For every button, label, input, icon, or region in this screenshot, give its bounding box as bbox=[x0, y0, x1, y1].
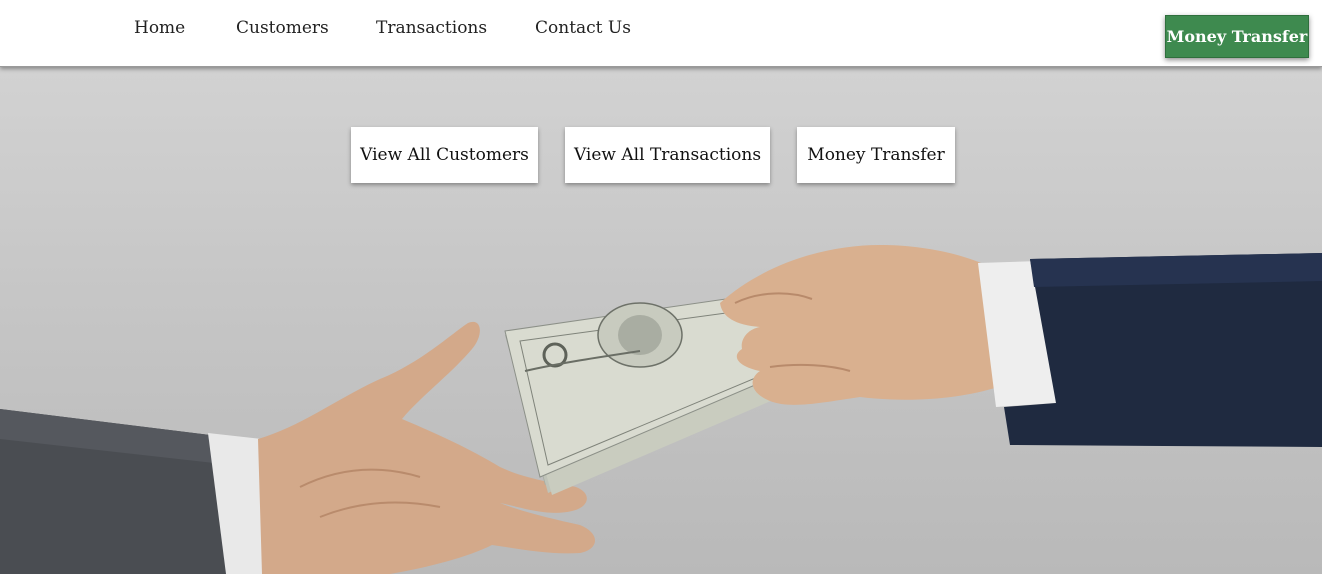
nav-link-transactions[interactable]: Transactions bbox=[376, 18, 487, 38]
money-transfer-nav-button[interactable]: Money Transfer bbox=[1165, 15, 1309, 58]
view-all-customers-button[interactable]: View All Customers bbox=[351, 127, 538, 183]
nav-link-home[interactable]: Home bbox=[134, 18, 185, 38]
money-transfer-hero-button[interactable]: Money Transfer bbox=[797, 127, 955, 183]
nav-link-contact-us[interactable]: Contact Us bbox=[535, 18, 631, 38]
hero-section: View All Customers View All Transactions… bbox=[0, 67, 1322, 574]
nav-link-customers[interactable]: Customers bbox=[236, 18, 329, 38]
view-all-transactions-button[interactable]: View All Transactions bbox=[565, 127, 770, 183]
top-navbar: Home Customers Transactions Contact Us M… bbox=[0, 0, 1322, 67]
